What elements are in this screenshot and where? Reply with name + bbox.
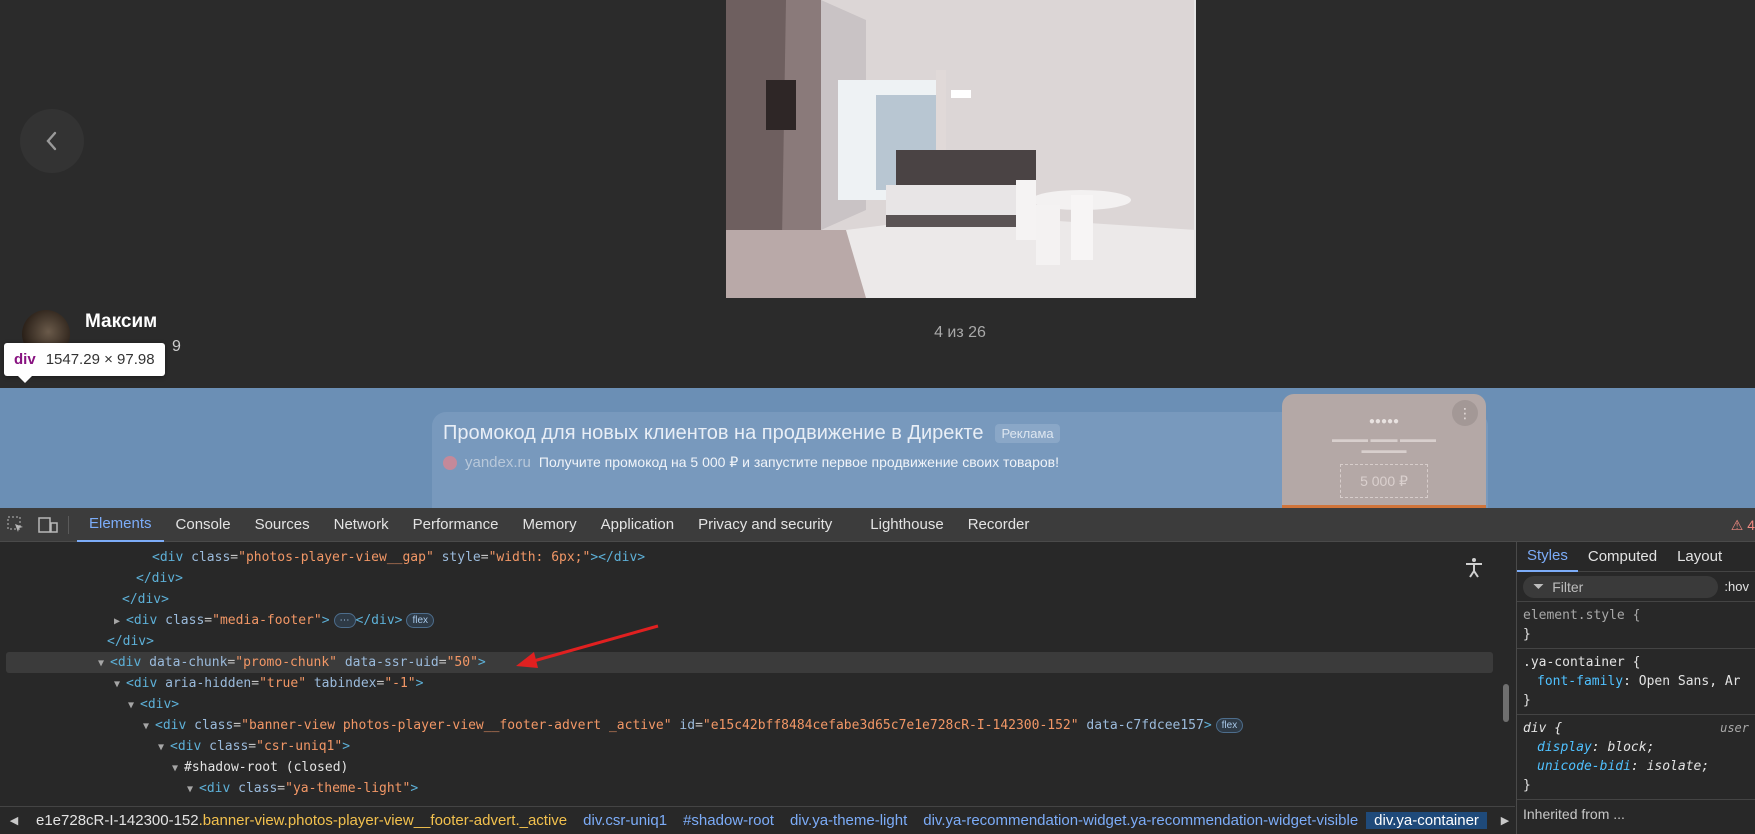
ad-badge: Реклама bbox=[995, 424, 1060, 443]
previous-photo-button[interactable] bbox=[20, 109, 84, 173]
breadcrumb-item[interactable]: div.ya-recommendation-widget.ya-recommen… bbox=[915, 812, 1366, 829]
banner-card-price: 5 000 ₽ bbox=[1340, 464, 1428, 498]
styles-filter-input[interactable]: ⏷ Filter bbox=[1523, 575, 1719, 598]
tab-styles[interactable]: Styles bbox=[1517, 542, 1578, 572]
accessibility-icon[interactable] bbox=[1462, 556, 1486, 580]
chevron-left-icon bbox=[46, 131, 57, 151]
style-rule-ya-container[interactable]: .ya-container { font-family: Open Sans, … bbox=[1517, 649, 1755, 715]
breadcrumb-item[interactable]: div.ya-theme-light bbox=[782, 812, 915, 829]
styles-pane: Styles Computed Layout ⏷ Filter :hov ele… bbox=[1516, 542, 1755, 834]
breadcrumb-scroll-right-icon[interactable]: ▶ bbox=[1491, 814, 1515, 827]
tab-console[interactable]: Console bbox=[164, 508, 243, 542]
tab-elements[interactable]: Elements bbox=[77, 508, 164, 542]
bedroom-photo bbox=[726, 0, 1194, 298]
tab-sources[interactable]: Sources bbox=[243, 508, 322, 542]
breadcrumb-item[interactable]: e1e728cR-I-142300-152.banner-view.photos… bbox=[28, 812, 575, 829]
elements-tree[interactable]: <div class="photos-player-view__gap" sty… bbox=[0, 542, 1515, 806]
tab-layout[interactable]: Layout bbox=[1667, 542, 1732, 572]
red-arrow-annotation bbox=[516, 624, 659, 668]
main-photo[interactable] bbox=[726, 0, 1196, 298]
tab-network[interactable]: Network bbox=[322, 508, 401, 542]
author-name[interactable]: Максим bbox=[85, 311, 157, 333]
photo-counter: 4 из 26 bbox=[934, 324, 986, 341]
tab-recorder[interactable]: Recorder bbox=[956, 508, 1042, 542]
filter-icon: ⏷ bbox=[1533, 578, 1545, 594]
tab-performance[interactable]: Performance bbox=[401, 508, 511, 542]
tab-privacy-security[interactable]: Privacy and security bbox=[686, 508, 844, 542]
elements-scrollbar[interactable] bbox=[1503, 684, 1509, 722]
styles-tabs: Styles Computed Layout bbox=[1517, 542, 1755, 572]
tab-computed[interactable]: Computed bbox=[1578, 542, 1667, 572]
style-rule-div[interactable]: div {user display: block; unicode-bidi: … bbox=[1517, 715, 1755, 800]
tooltip-arrow bbox=[18, 376, 32, 383]
tab-memory[interactable]: Memory bbox=[511, 508, 589, 542]
banner-card-text: ▬▬▬▬ ▬▬▬ ▬▬▬▬ ▬▬▬▬▬ bbox=[1331, 434, 1436, 455]
inherited-header: Inherited from ... bbox=[1523, 806, 1625, 822]
breadcrumb-item-selected[interactable]: div.ya-container bbox=[1366, 812, 1487, 829]
inspect-tooltip: div 1547.29 × 97.98 bbox=[4, 343, 165, 376]
devtools-tabbar: Elements Console Sources Network Perform… bbox=[0, 508, 1755, 542]
breadcrumb-scroll-left-icon[interactable]: ◀ bbox=[0, 814, 28, 827]
tab-application[interactable]: Application bbox=[589, 508, 686, 542]
breadcrumb-item[interactable]: #shadow-root bbox=[675, 812, 782, 829]
breadcrumb-item[interactable]: div.csr-uniq1 bbox=[575, 812, 675, 829]
author-subtitle: 9 bbox=[172, 338, 181, 355]
favicon-icon bbox=[443, 455, 457, 470]
styles-filter-row: ⏷ Filter :hov bbox=[1517, 572, 1755, 602]
banner-description: Получите промокод на 5 000 ₽ и запустите… bbox=[538, 454, 1059, 470]
tab-lighthouse[interactable]: Lighthouse bbox=[858, 508, 955, 542]
banner-title-row: Промокод для новых клиентов на продвижен… bbox=[443, 422, 1060, 445]
hover-state-toggle[interactable]: :hov bbox=[1724, 579, 1749, 594]
banner-image-card[interactable]: ●●●●● ▬▬▬▬ ▬▬▬ ▬▬▬▬ ▬▬▬▬▬ 5 000 ₽ ⋮ bbox=[1282, 394, 1486, 508]
tab-separator bbox=[68, 515, 69, 534]
banner-title[interactable]: Промокод для новых клиентов на продвижен… bbox=[443, 422, 983, 445]
tooltip-dimensions: 1547.29 × 97.98 bbox=[45, 351, 155, 368]
warning-badge[interactable]: ⚠ 4 bbox=[1731, 517, 1755, 534]
devtools-panel: Elements Console Sources Network Perform… bbox=[0, 508, 1755, 834]
more-options-icon[interactable]: ⋮ bbox=[1452, 400, 1478, 426]
device-toolbar-icon[interactable] bbox=[32, 508, 64, 542]
promo-banner-highlight: Промокод для новых клиентов на продвижен… bbox=[0, 388, 1755, 508]
banner-info-row: yandex.ru Получите промокод на 5 000 ₽ и… bbox=[443, 454, 1059, 471]
inspect-element-icon[interactable] bbox=[0, 508, 32, 542]
banner-domain[interactable]: yandex.ru bbox=[465, 454, 531, 471]
style-rule-element[interactable]: element.style { } bbox=[1517, 602, 1755, 649]
dom-breadcrumbs: ◀ e1e728cR-I-142300-152.banner-view.phot… bbox=[0, 806, 1515, 834]
tooltip-tag: div bbox=[14, 351, 36, 368]
photo-viewer: 4 из 26 Максим 9 bbox=[0, 0, 1755, 388]
